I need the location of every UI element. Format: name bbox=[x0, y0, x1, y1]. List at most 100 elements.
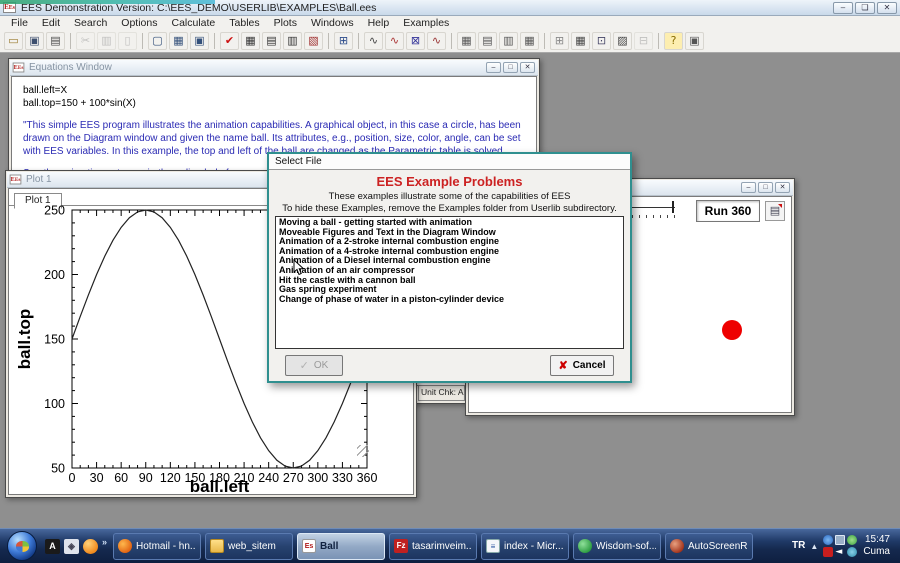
clock[interactable]: 15:47 Cuma bbox=[863, 534, 894, 558]
menu-edit[interactable]: Edit bbox=[35, 17, 67, 29]
clear-button[interactable]: ⊟ bbox=[634, 32, 653, 50]
taskbar-button-autoscreenr-[interactable]: AutoScreenR... bbox=[665, 532, 754, 560]
formatted-equations-button[interactable]: ▦ bbox=[169, 32, 188, 50]
animated-ball[interactable] bbox=[722, 320, 742, 340]
solution-window-button[interactable]: ▣ bbox=[190, 32, 209, 50]
diagram-window-button[interactable]: ▨ bbox=[613, 32, 632, 50]
taskbar-button-wisdom-sof-[interactable]: Wisdom-sof... bbox=[573, 532, 662, 560]
restore-button[interactable]: ❏ bbox=[855, 2, 875, 14]
taskbar-button-label: Wisdom-sof... bbox=[596, 540, 657, 552]
check-units-button[interactable]: ▧ bbox=[304, 32, 323, 50]
toolbar-separator bbox=[214, 33, 215, 49]
start-button[interactable] bbox=[7, 531, 37, 561]
diagram-minimize-button[interactable]: – bbox=[741, 182, 756, 193]
display-icon[interactable] bbox=[835, 534, 846, 545]
save-button[interactable]: ▣ bbox=[25, 32, 44, 50]
cut-button[interactable]: ✂ bbox=[76, 32, 95, 50]
quick-launch-shield-icon[interactable]: ◈ bbox=[64, 538, 79, 554]
table-properties-button[interactable]: ▦ bbox=[571, 32, 590, 50]
select-file-dialog: Select File EES Example Problems These e… bbox=[267, 152, 632, 383]
menu-search[interactable]: Search bbox=[67, 17, 114, 29]
messenger-icon[interactable] bbox=[847, 546, 858, 557]
dialog-heading: EES Example Problems bbox=[376, 174, 523, 189]
solve-table-button[interactable]: ▦ bbox=[241, 32, 260, 50]
toolbar-separator bbox=[328, 33, 329, 49]
taskbar-button-index-micr-[interactable]: ≡ index - Micr... bbox=[481, 532, 570, 560]
dialog-titlebar[interactable]: Select File bbox=[269, 154, 630, 170]
merge-tables-button[interactable]: ⊞ bbox=[550, 32, 569, 50]
copy-diagram-icon[interactable]: ▤ bbox=[765, 201, 785, 221]
menu-examples[interactable]: Examples bbox=[396, 17, 456, 29]
run-button[interactable]: Run 360 bbox=[696, 200, 760, 222]
network-icon[interactable] bbox=[823, 534, 834, 545]
print-button[interactable]: ▤ bbox=[46, 32, 65, 50]
examples-button[interactable]: ▣ bbox=[685, 32, 704, 50]
taskbar-button-hotmail-hn-[interactable]: Hotmail - hn... bbox=[113, 532, 202, 560]
taskbar-button-label: tasarimveim... bbox=[412, 540, 473, 552]
arrays-table-button[interactable]: ▥ bbox=[499, 32, 518, 50]
taskbar-button-tasarimveim-[interactable]: Fz tasarimveim... bbox=[389, 532, 478, 560]
toolbar: ▭ ▣ ▤ ✂ ▥ ▯ ▢ ▦ ▣ ✔ ▦ ▤ ▥ ▧ ⊞ ∿ ∿ ⊠ ∿ ▦ ▤ ▥ ▦ ⊞ ▦ ⊡ ▨ ⊟? ▣ bbox=[0, 30, 900, 53]
toolbar-separator bbox=[544, 33, 545, 49]
report-window-button[interactable]: ⊡ bbox=[592, 32, 611, 50]
plot-resize-grip[interactable] bbox=[357, 445, 369, 457]
menu-help[interactable]: Help bbox=[361, 17, 397, 29]
menu-options[interactable]: Options bbox=[114, 17, 164, 29]
quick-launch-app-a-icon[interactable]: A bbox=[45, 538, 60, 554]
equation-line: ball.left=X bbox=[23, 85, 68, 96]
menu-file[interactable]: File bbox=[4, 17, 35, 29]
example-list-item[interactable]: Change of phase of water in a piston-cyl… bbox=[276, 294, 623, 305]
copy-button[interactable]: ▥ bbox=[97, 32, 116, 50]
check-icon: ✓ bbox=[299, 360, 309, 372]
clock-time: 15:47 bbox=[864, 534, 890, 545]
cancel-button[interactable]: ✘ Cancel bbox=[550, 355, 614, 376]
new-parametric-table-button[interactable]: ▦ bbox=[457, 32, 476, 50]
open-file-button[interactable]: ▭ bbox=[4, 32, 23, 50]
tray-expand-icon[interactable]: ▲ bbox=[810, 542, 818, 551]
ati-icon[interactable] bbox=[823, 546, 834, 557]
diagram-close-button[interactable]: ✕ bbox=[775, 182, 790, 193]
folder-icon bbox=[210, 539, 225, 553]
eq-close-button[interactable]: ✕ bbox=[520, 62, 535, 73]
taskbar-button-ball[interactable]: Es Ball bbox=[297, 532, 386, 560]
equation-line: drawn on the Diagram window and given th… bbox=[23, 133, 521, 144]
ok-button[interactable]: ✓ OK bbox=[285, 355, 343, 376]
update-icon[interactable] bbox=[847, 534, 858, 545]
new-lookup-table-button[interactable]: ▤ bbox=[478, 32, 497, 50]
eq-maximize-button[interactable]: □ bbox=[503, 62, 518, 73]
parametric-table-button[interactable]: ⊞ bbox=[334, 32, 353, 50]
overlay-plot-button[interactable]: ∿ bbox=[385, 32, 404, 50]
quick-launch-orange-icon[interactable] bbox=[83, 538, 98, 554]
modify-plot-button[interactable]: ⊠ bbox=[406, 32, 425, 50]
min-max-button[interactable]: ▤ bbox=[262, 32, 281, 50]
eq-minimize-button[interactable]: – bbox=[486, 62, 501, 73]
y-axis-title: ball.top bbox=[15, 309, 34, 369]
minimize-button[interactable]: – bbox=[833, 2, 853, 14]
solve-button[interactable]: ✔ bbox=[220, 32, 239, 50]
new-plot-button[interactable]: ∿ bbox=[364, 32, 383, 50]
help-button[interactable]: ? bbox=[664, 32, 683, 50]
animation-slider-handle[interactable] bbox=[672, 201, 674, 213]
update-guesses-button[interactable]: ▥ bbox=[283, 32, 302, 50]
volume-icon[interactable]: ◄ bbox=[835, 547, 845, 557]
menu-tables[interactable]: Tables bbox=[222, 17, 266, 29]
taskbar-button-web-sitem[interactable]: web_sitem bbox=[205, 532, 294, 560]
diagram-maximize-button[interactable]: □ bbox=[758, 182, 773, 193]
equations-window-button[interactable]: ▢ bbox=[148, 32, 167, 50]
task-buttons: Hotmail - hn... web_sitem Es Ball Fz tasarimv… bbox=[111, 532, 755, 560]
integrals-table-button[interactable]: ▦ bbox=[520, 32, 539, 50]
example-list[interactable]: Moving a ball - getting started with ani… bbox=[275, 216, 624, 349]
menu-plots[interactable]: Plots bbox=[267, 17, 304, 29]
toolbar-separator bbox=[70, 33, 71, 49]
property-plot-button[interactable]: ∿ bbox=[427, 32, 446, 50]
quick-launch-chevron[interactable]: » bbox=[102, 537, 107, 547]
y-tick-label: 200 bbox=[44, 268, 65, 282]
menu-calculate[interactable]: Calculate bbox=[164, 17, 222, 29]
paste-button[interactable]: ▯ bbox=[118, 32, 137, 50]
language-indicator[interactable]: TR bbox=[792, 540, 805, 552]
toolbar-separator bbox=[358, 33, 359, 49]
close-button[interactable]: ✕ bbox=[877, 2, 897, 14]
equations-titlebar[interactable]: EEs Equations Window – □ ✕ bbox=[10, 60, 538, 76]
menu-windows[interactable]: Windows bbox=[304, 17, 361, 29]
taskbar-button-label: AutoScreenR... bbox=[688, 540, 748, 552]
